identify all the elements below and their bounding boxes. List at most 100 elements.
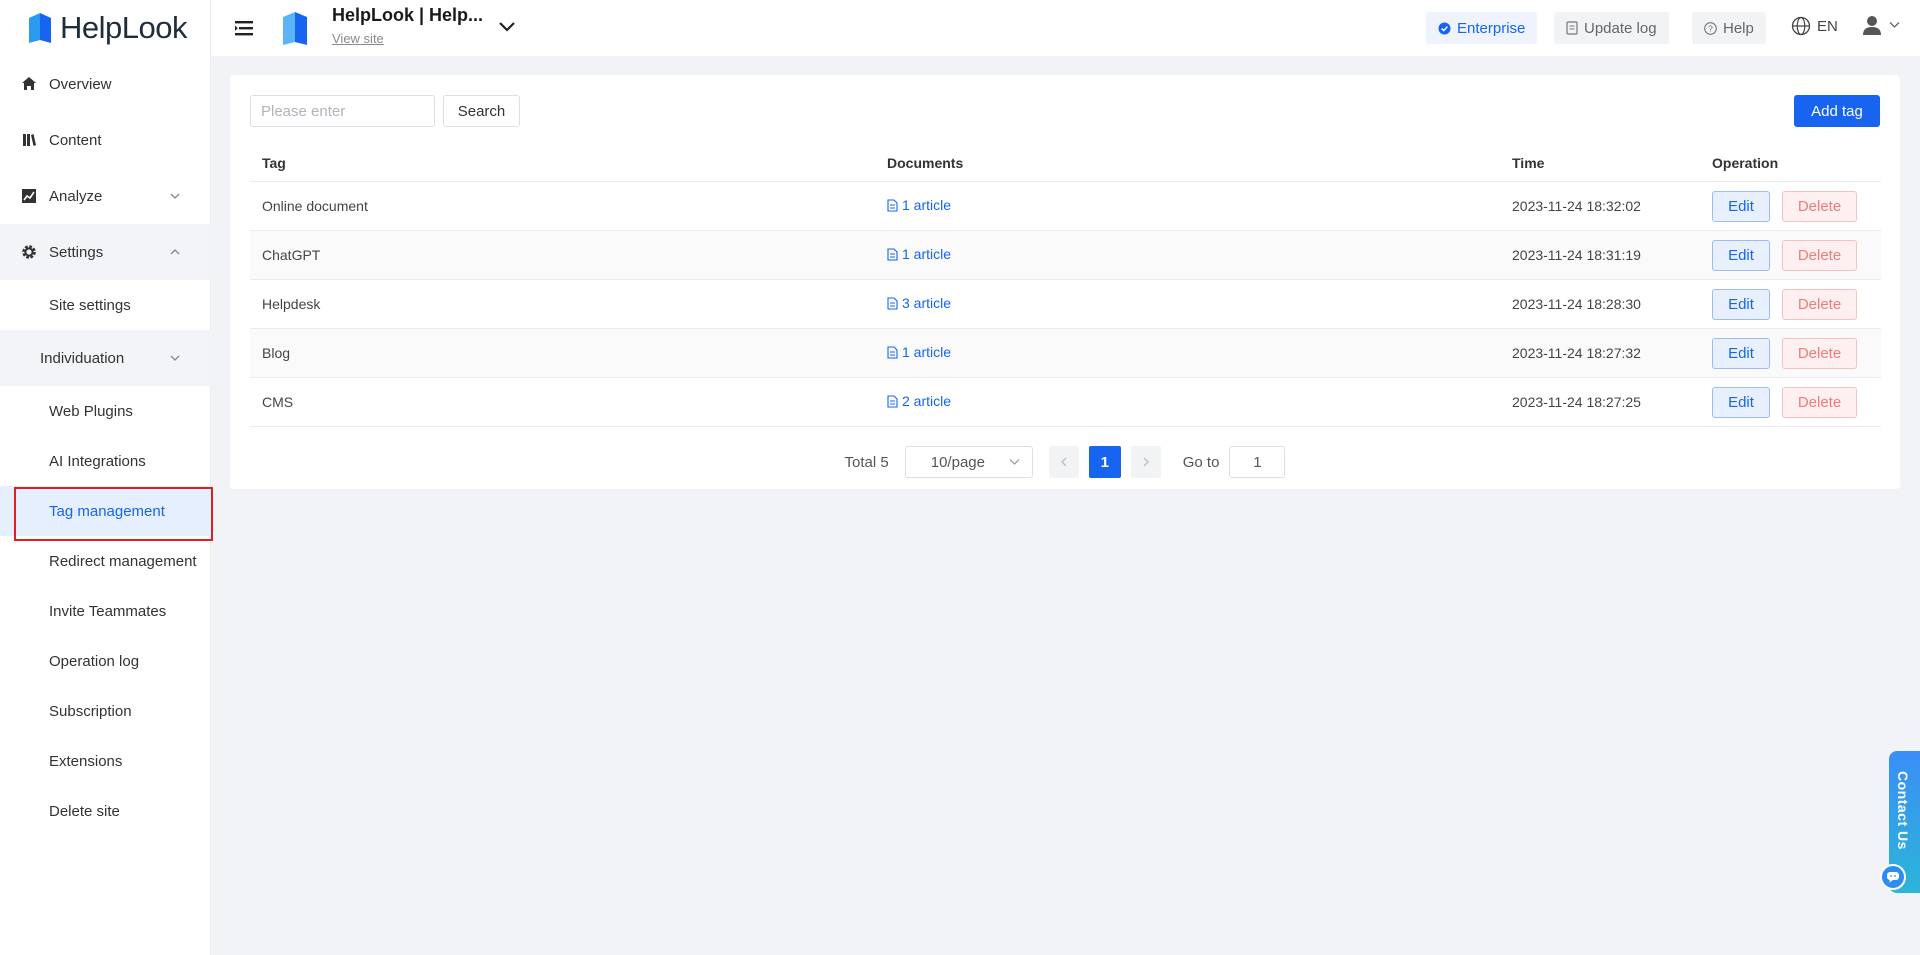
chat-bubble-icon[interactable] [1880, 864, 1906, 890]
column-header-time: Time [1512, 155, 1545, 171]
menu-toggle-icon[interactable] [234, 18, 254, 38]
documents-count: 1 article [902, 197, 952, 214]
sidebar-item-settings[interactable]: Settings [0, 224, 211, 280]
site-logo-icon [283, 12, 307, 45]
sidebar-item-label: Individuation [40, 349, 125, 367]
sidebar-subitem-redirect-management[interactable]: Redirect management [0, 536, 211, 586]
search-input[interactable] [250, 95, 435, 127]
documents-link[interactable]: 1 article [887, 246, 951, 262]
edit-button[interactable]: Edit [1712, 239, 1770, 271]
sidebar-item-label: Redirect management [49, 552, 197, 570]
edit-button[interactable]: Edit [1712, 288, 1770, 320]
sidebar-subitem-web-plugins[interactable]: Web Plugins [0, 386, 211, 436]
book-icon [21, 132, 37, 148]
sidebar-subitem-site-settings[interactable]: Site settings [0, 280, 211, 330]
sidebar-item-label: Web Plugins [49, 402, 133, 420]
delete-button[interactable]: Delete [1782, 386, 1857, 418]
tag-name: CMS [262, 394, 294, 410]
chevron-down-icon [1009, 459, 1020, 465]
sidebar-item-label: Content [49, 131, 102, 149]
sidebar-item-analyze[interactable]: Analyze [0, 168, 211, 224]
tag-name: Blog [262, 345, 291, 361]
home-icon [21, 76, 37, 92]
update-log-button[interactable]: Update log [1554, 12, 1669, 44]
language-label: EN [1817, 17, 1838, 35]
page-number-current[interactable]: 1 [1088, 446, 1121, 478]
table-row: CMS 2 article 2023-11-24 18:27:25 Edit De… [250, 378, 1881, 427]
delete-button[interactable]: Delete [1782, 337, 1857, 369]
sidebar-subitem-invite-teammates[interactable]: Invite Teammates [0, 586, 211, 636]
table-row: Online document 1 article 2023-11-24 18:… [250, 182, 1881, 231]
sidebar-item-label: Site settings [49, 296, 131, 314]
sidebar-item-label: Operation log [49, 652, 140, 670]
document-icon [887, 248, 898, 261]
document-icon [887, 199, 898, 212]
site-title[interactable]: HelpLook | Help... [332, 5, 483, 26]
sidebar-nav: Overview Content Analyze Settings Site s… [0, 56, 213, 836]
documents-link[interactable]: 1 article [887, 197, 951, 213]
tag-name: ChatGPT [262, 247, 321, 263]
document-icon [1566, 21, 1578, 35]
next-page-button[interactable] [1130, 446, 1161, 478]
search-button[interactable]: Search [443, 95, 520, 127]
chevron-down-icon[interactable] [498, 20, 516, 34]
helplook-logo[interactable]: HelpLook [26, 8, 187, 48]
delete-button[interactable]: Delete [1782, 239, 1857, 271]
sidebar-item-label: Invite Teammates [49, 602, 167, 620]
column-header-tag: Tag [262, 155, 286, 171]
tag-time: 2023-11-24 18:32:02 [1512, 198, 1641, 214]
topbar: HelpLook | Help... View site Enterprise … [211, 0, 1920, 56]
sidebar-subitem-ai-integrations[interactable]: AI Integrations [0, 436, 211, 486]
view-site-link[interactable]: View site [332, 31, 384, 46]
documents-link[interactable]: 2 article [887, 393, 951, 409]
sidebar-item-content[interactable]: Content [0, 112, 211, 168]
help-icon: ? [1704, 21, 1717, 35]
tag-time: 2023-11-24 18:27:25 [1512, 394, 1641, 410]
document-icon [887, 297, 898, 310]
sidebar: HelpLook Overview Content Analyze Settin… [0, 0, 213, 955]
column-header-documents: Documents [887, 155, 964, 171]
table-header: Tag Documents Time Operation [250, 145, 1881, 182]
delete-button[interactable]: Delete [1782, 190, 1857, 222]
documents-count: 1 article [902, 344, 952, 361]
chevron-down-icon [170, 193, 180, 199]
page-size-select[interactable]: 10/page [904, 446, 1033, 478]
documents-link[interactable]: 1 article [887, 344, 951, 360]
edit-button[interactable]: Edit [1712, 386, 1770, 418]
sidebar-subitem-subscription[interactable]: Subscription [0, 686, 211, 736]
edit-button[interactable]: Edit [1712, 337, 1770, 369]
sidebar-group-individuation[interactable]: Individuation [0, 330, 211, 386]
sidebar-item-label: Overview [49, 75, 112, 93]
tag-time: 2023-11-24 18:31:19 [1512, 247, 1641, 263]
sidebar-subitem-extensions[interactable]: Extensions [0, 736, 211, 786]
prev-page-button[interactable] [1048, 446, 1079, 478]
sidebar-subitem-tag-management[interactable]: Tag management [0, 486, 213, 541]
delete-button[interactable]: Delete [1782, 288, 1857, 320]
chart-icon [21, 188, 37, 204]
sidebar-item-overview[interactable]: Overview [0, 56, 211, 112]
table-row: Helpdesk 3 article 2023-11-24 18:28:30 E… [250, 280, 1881, 329]
sidebar-subitem-delete-site[interactable]: Delete site [0, 786, 211, 836]
documents-link[interactable]: 3 article [887, 295, 951, 311]
sidebar-item-label: Tag management [49, 502, 165, 520]
goto-label: Go to [1182, 453, 1220, 471]
tag-time: 2023-11-24 18:28:30 [1512, 296, 1641, 312]
sidebar-item-label: Settings [49, 243, 104, 261]
gear-icon [21, 244, 37, 260]
tag-name: Helpdesk [262, 296, 321, 312]
chevron-down-icon [1889, 22, 1900, 28]
tag-table: Tag Documents Time Operation Online docu… [250, 145, 1881, 427]
globe-icon [1791, 16, 1811, 36]
add-tag-button[interactable]: Add tag [1794, 95, 1880, 127]
svg-text:?: ? [1708, 23, 1713, 33]
goto-page-input[interactable] [1229, 446, 1286, 478]
user-menu[interactable] [1861, 14, 1900, 36]
tag-management-panel: Search Add tag Tag Documents Time Operat… [230, 75, 1900, 489]
help-label: Help [1723, 19, 1754, 37]
documents-count: 3 article [902, 295, 952, 312]
edit-button[interactable]: Edit [1712, 190, 1770, 222]
sidebar-subitem-operation-log[interactable]: Operation log [0, 636, 211, 686]
enterprise-badge[interactable]: Enterprise [1426, 12, 1538, 44]
help-button[interactable]: ? Help [1692, 12, 1766, 44]
language-switcher[interactable]: EN [1791, 16, 1838, 36]
